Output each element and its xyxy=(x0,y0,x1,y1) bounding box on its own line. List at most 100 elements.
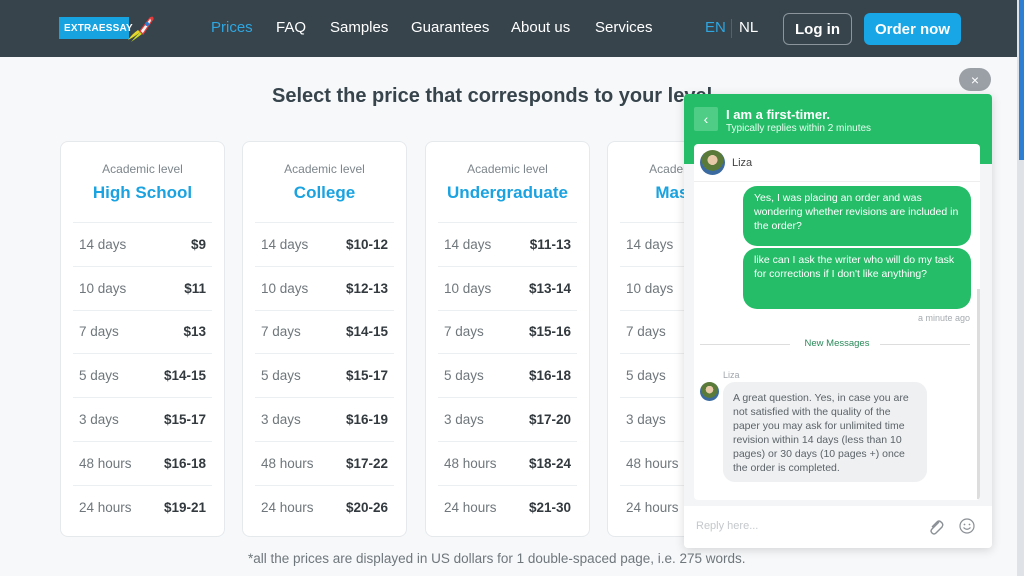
price-row[interactable]: 10 days $11 xyxy=(73,265,212,310)
page-scrollbar-thumb[interactable] xyxy=(1019,0,1024,160)
logo[interactable]: EXTRAESSAY xyxy=(59,17,133,39)
nav-samples[interactable]: Samples xyxy=(330,19,388,36)
chat-scrollbar[interactable] xyxy=(977,289,980,499)
nav-about-us[interactable]: About us xyxy=(511,19,570,36)
price-row[interactable]: 3 days $16-19 xyxy=(255,397,394,441)
price-card[interactable]: Academic level College 14 days $10-12 10 day… xyxy=(242,141,407,537)
outgoing-message: like can I ask the writer who will do my… xyxy=(743,248,971,309)
lang-nl[interactable]: NL xyxy=(739,19,758,36)
price-row[interactable]: 24 hours $19-21 xyxy=(73,484,212,529)
price-card[interactable]: Academic level High School 14 days $9 10 day… xyxy=(60,141,225,537)
price: $15-17 xyxy=(345,368,388,384)
deadline: 5 days xyxy=(79,368,119,384)
price-row[interactable]: 5 days $16-18 xyxy=(438,353,577,397)
deadline: 3 days xyxy=(261,412,301,428)
nav-guarantees[interactable]: Guarantees xyxy=(411,19,489,36)
academic-level-name: College xyxy=(293,183,356,202)
reply-box xyxy=(684,506,992,548)
price: $17-22 xyxy=(345,455,388,471)
price: $11-13 xyxy=(529,236,571,252)
rocket-icon xyxy=(128,16,154,42)
price-row[interactable]: 7 days $14-15 xyxy=(255,309,394,354)
price: $16-18 xyxy=(163,455,206,471)
deadline: 3 days xyxy=(79,412,119,428)
price: $14-15 xyxy=(345,324,388,340)
deadline: 24 hours xyxy=(79,499,132,515)
page-title: Select the price that corresponds to you… xyxy=(272,85,713,107)
nav-faq[interactable]: FAQ xyxy=(276,19,306,36)
price-row[interactable]: 7 days $15-16 xyxy=(438,309,577,354)
order-now-button[interactable]: Order now xyxy=(864,13,961,45)
chat-close-button[interactable]: × xyxy=(959,68,991,91)
price: $13 xyxy=(183,324,206,340)
top-navigation-bar: EXTRAESSAY Prices FAQ Samples Guarantees… xyxy=(0,0,1024,57)
agent-avatar-small xyxy=(700,382,719,401)
price: $18-24 xyxy=(528,455,571,471)
agent-bar: Liza xyxy=(694,144,980,182)
price-row[interactable]: 5 days $15-17 xyxy=(255,353,394,397)
deadline: 7 days xyxy=(261,324,301,340)
price-row[interactable]: 3 days $17-20 xyxy=(438,397,577,441)
price-row[interactable]: 14 days $11-13 xyxy=(438,222,577,266)
price-row[interactable]: 5 days $14-15 xyxy=(73,353,212,397)
price-card[interactable]: Academic level Undergraduate 14 days $11-13… xyxy=(425,141,590,537)
deadline: 10 days xyxy=(444,280,492,296)
deadline: 48 hours xyxy=(261,455,314,471)
price-row[interactable]: 3 days $15-17 xyxy=(73,397,212,441)
price: $16-18 xyxy=(528,368,571,384)
price-row[interactable]: 24 hours $21-30 xyxy=(438,484,577,529)
price-rows: 14 days $10-12 10 days $12-13 7 days $14-15 5 … xyxy=(255,222,394,529)
nav-services[interactable]: Services xyxy=(595,19,653,36)
price-row[interactable]: 48 hours $17-22 xyxy=(255,440,394,485)
price: $20-26 xyxy=(345,499,388,515)
price: $14-15 xyxy=(163,368,206,384)
price-row[interactable]: 10 days $13-14 xyxy=(438,265,577,310)
price-row[interactable]: 14 days $10-12 xyxy=(255,222,394,266)
deadline: 3 days xyxy=(626,412,666,428)
price-row[interactable]: 10 days $12-13 xyxy=(255,265,394,310)
price-row[interactable]: 24 hours $20-26 xyxy=(255,484,394,529)
chat-title: I am a first-timer. xyxy=(726,107,831,122)
reply-input[interactable] xyxy=(696,520,916,532)
close-icon: × xyxy=(970,71,980,88)
deadline: 10 days xyxy=(626,280,674,296)
chat-back-button[interactable]: ‹ xyxy=(694,107,718,131)
price: $17-20 xyxy=(528,412,571,428)
academic-level-label: Academic level xyxy=(102,162,183,176)
nav-prices[interactable]: Prices xyxy=(211,19,253,36)
deadline: 24 hours xyxy=(444,499,497,515)
academic-level-name: Undergraduate xyxy=(447,183,568,202)
academic-level-label: Academic level xyxy=(284,162,365,176)
emoji-icon[interactable] xyxy=(959,518,975,534)
price: $10-12 xyxy=(345,236,388,252)
price-rows: 14 days $9 10 days $11 7 days $13 5 days $14-15… xyxy=(73,222,212,529)
deadline: 7 days xyxy=(444,324,484,340)
incoming-sender-name: Liza xyxy=(723,370,740,380)
price: $21-30 xyxy=(528,499,571,515)
deadline: 14 days xyxy=(444,236,492,252)
price-row[interactable]: 7 days $13 xyxy=(73,309,212,354)
chat-subtitle: Typically replies within 2 minutes xyxy=(726,123,872,134)
price-row[interactable]: 48 hours $16-18 xyxy=(73,440,212,485)
price-footnote: *all the prices are displayed in US doll… xyxy=(248,551,746,566)
academic-level-label: Academic level xyxy=(467,162,548,176)
price-row[interactable]: 14 days $9 xyxy=(73,222,212,266)
lang-en[interactable]: EN xyxy=(705,19,726,36)
academic-level-name: High School xyxy=(92,183,193,202)
price: $11 xyxy=(184,280,206,296)
deadline: 7 days xyxy=(626,324,666,340)
price-row[interactable]: 48 hours $18-24 xyxy=(438,440,577,485)
login-button[interactable]: Log in xyxy=(783,13,852,45)
deadline: 5 days xyxy=(261,368,301,384)
chat-messages[interactable]: Liza Yes, I was placing an order and was… xyxy=(694,144,980,500)
deadline: 5 days xyxy=(626,368,666,384)
deadline: 24 hours xyxy=(626,499,679,515)
deadline: 48 hours xyxy=(626,455,679,471)
paperclip-icon[interactable] xyxy=(927,518,945,536)
deadline: 14 days xyxy=(261,236,309,252)
price: $19-21 xyxy=(163,499,206,515)
incoming-message: A great question. Yes, in case you are n… xyxy=(723,382,927,482)
deadline: 3 days xyxy=(444,412,484,428)
deadline: 48 hours xyxy=(444,455,497,471)
agent-name: Liza xyxy=(732,157,753,169)
